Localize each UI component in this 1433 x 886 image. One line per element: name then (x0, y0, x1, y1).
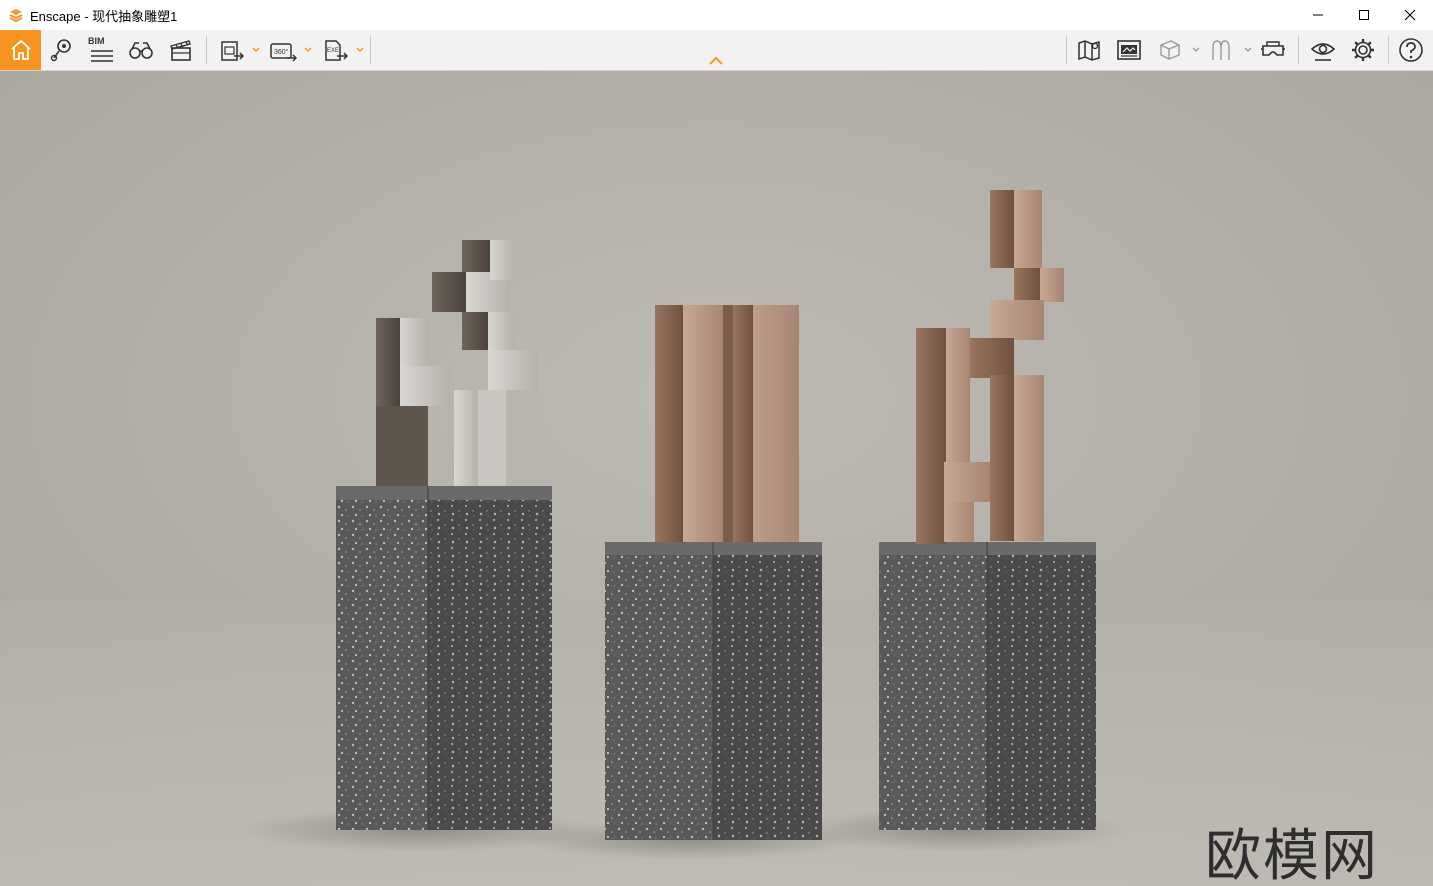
chevron-down-icon[interactable] (1192, 46, 1200, 54)
enscape-logo-icon (9, 9, 23, 23)
title-bar: Enscape - 现代抽象雕塑1 (0, 0, 1433, 30)
maximize-icon (1359, 10, 1369, 20)
gear-icon (1352, 39, 1374, 61)
rendered-scene (0, 71, 1433, 886)
chevron-down-icon[interactable] (252, 46, 260, 54)
chevron-down-icon[interactable] (1244, 46, 1252, 54)
binoculars-icon (129, 42, 153, 59)
svg-text:360°: 360° (274, 48, 289, 56)
bim-menu-icon (91, 50, 113, 62)
vr-headset-button[interactable] (1254, 32, 1292, 68)
walk-mode-button[interactable] (122, 32, 160, 68)
tree-icon (1212, 40, 1230, 60)
maximize-button[interactable] (1341, 0, 1387, 30)
collapse-toolbar-chevron-up-icon[interactable] (706, 54, 726, 68)
map-button[interactable] (1070, 32, 1108, 68)
location-pin-icon (50, 39, 71, 62)
close-button[interactable] (1387, 0, 1433, 30)
panorama-360-export-icon: 360° (270, 43, 298, 62)
exe-export-icon: EXE (325, 40, 349, 61)
close-icon (1404, 9, 1416, 21)
vr-headset-icon (1261, 41, 1285, 56)
asset-library-button[interactable] (1150, 32, 1188, 68)
chevron-down-icon[interactable] (304, 46, 312, 54)
home-icon (10, 39, 31, 60)
settings-button[interactable] (1344, 32, 1382, 68)
visual-settings-button[interactable] (1110, 32, 1148, 68)
view-settings-button[interactable] (1304, 32, 1342, 68)
window-title: Enscape - 现代抽象雕塑1 (30, 8, 178, 24)
views-button[interactable] (42, 32, 80, 68)
clapperboard-icon (170, 40, 191, 61)
bim-button[interactable] (82, 32, 120, 68)
panorama-export-button[interactable]: 360° (264, 32, 302, 68)
toolbar-separator (1066, 36, 1067, 64)
watermark: 欧模网 (1205, 824, 1379, 886)
home-button[interactable] (0, 30, 41, 70)
toolbar-separator (370, 36, 371, 64)
exe-export-button[interactable]: EXE (316, 32, 354, 68)
minimize-icon (1313, 14, 1323, 16)
help-icon (1399, 38, 1423, 62)
asset-tree-button[interactable] (1202, 32, 1240, 68)
image-view-icon (1117, 40, 1141, 60)
render-viewport[interactable]: 欧模网 (0, 71, 1433, 886)
toolbar-separator (1388, 36, 1389, 64)
help-button[interactable] (1392, 32, 1430, 68)
cube-icon (1160, 40, 1180, 60)
chevron-down-icon[interactable] (356, 46, 364, 54)
svg-text:EXE: EXE (327, 48, 339, 54)
minimize-button[interactable] (1295, 0, 1341, 30)
map-icon (1078, 40, 1100, 61)
render-export-icon (221, 41, 245, 61)
video-editor-button[interactable] (162, 32, 200, 68)
render-export-button[interactable] (212, 32, 250, 68)
toolbar-separator (1298, 36, 1299, 64)
toolbar-separator (206, 36, 207, 64)
eye-settings-icon (1310, 43, 1336, 61)
